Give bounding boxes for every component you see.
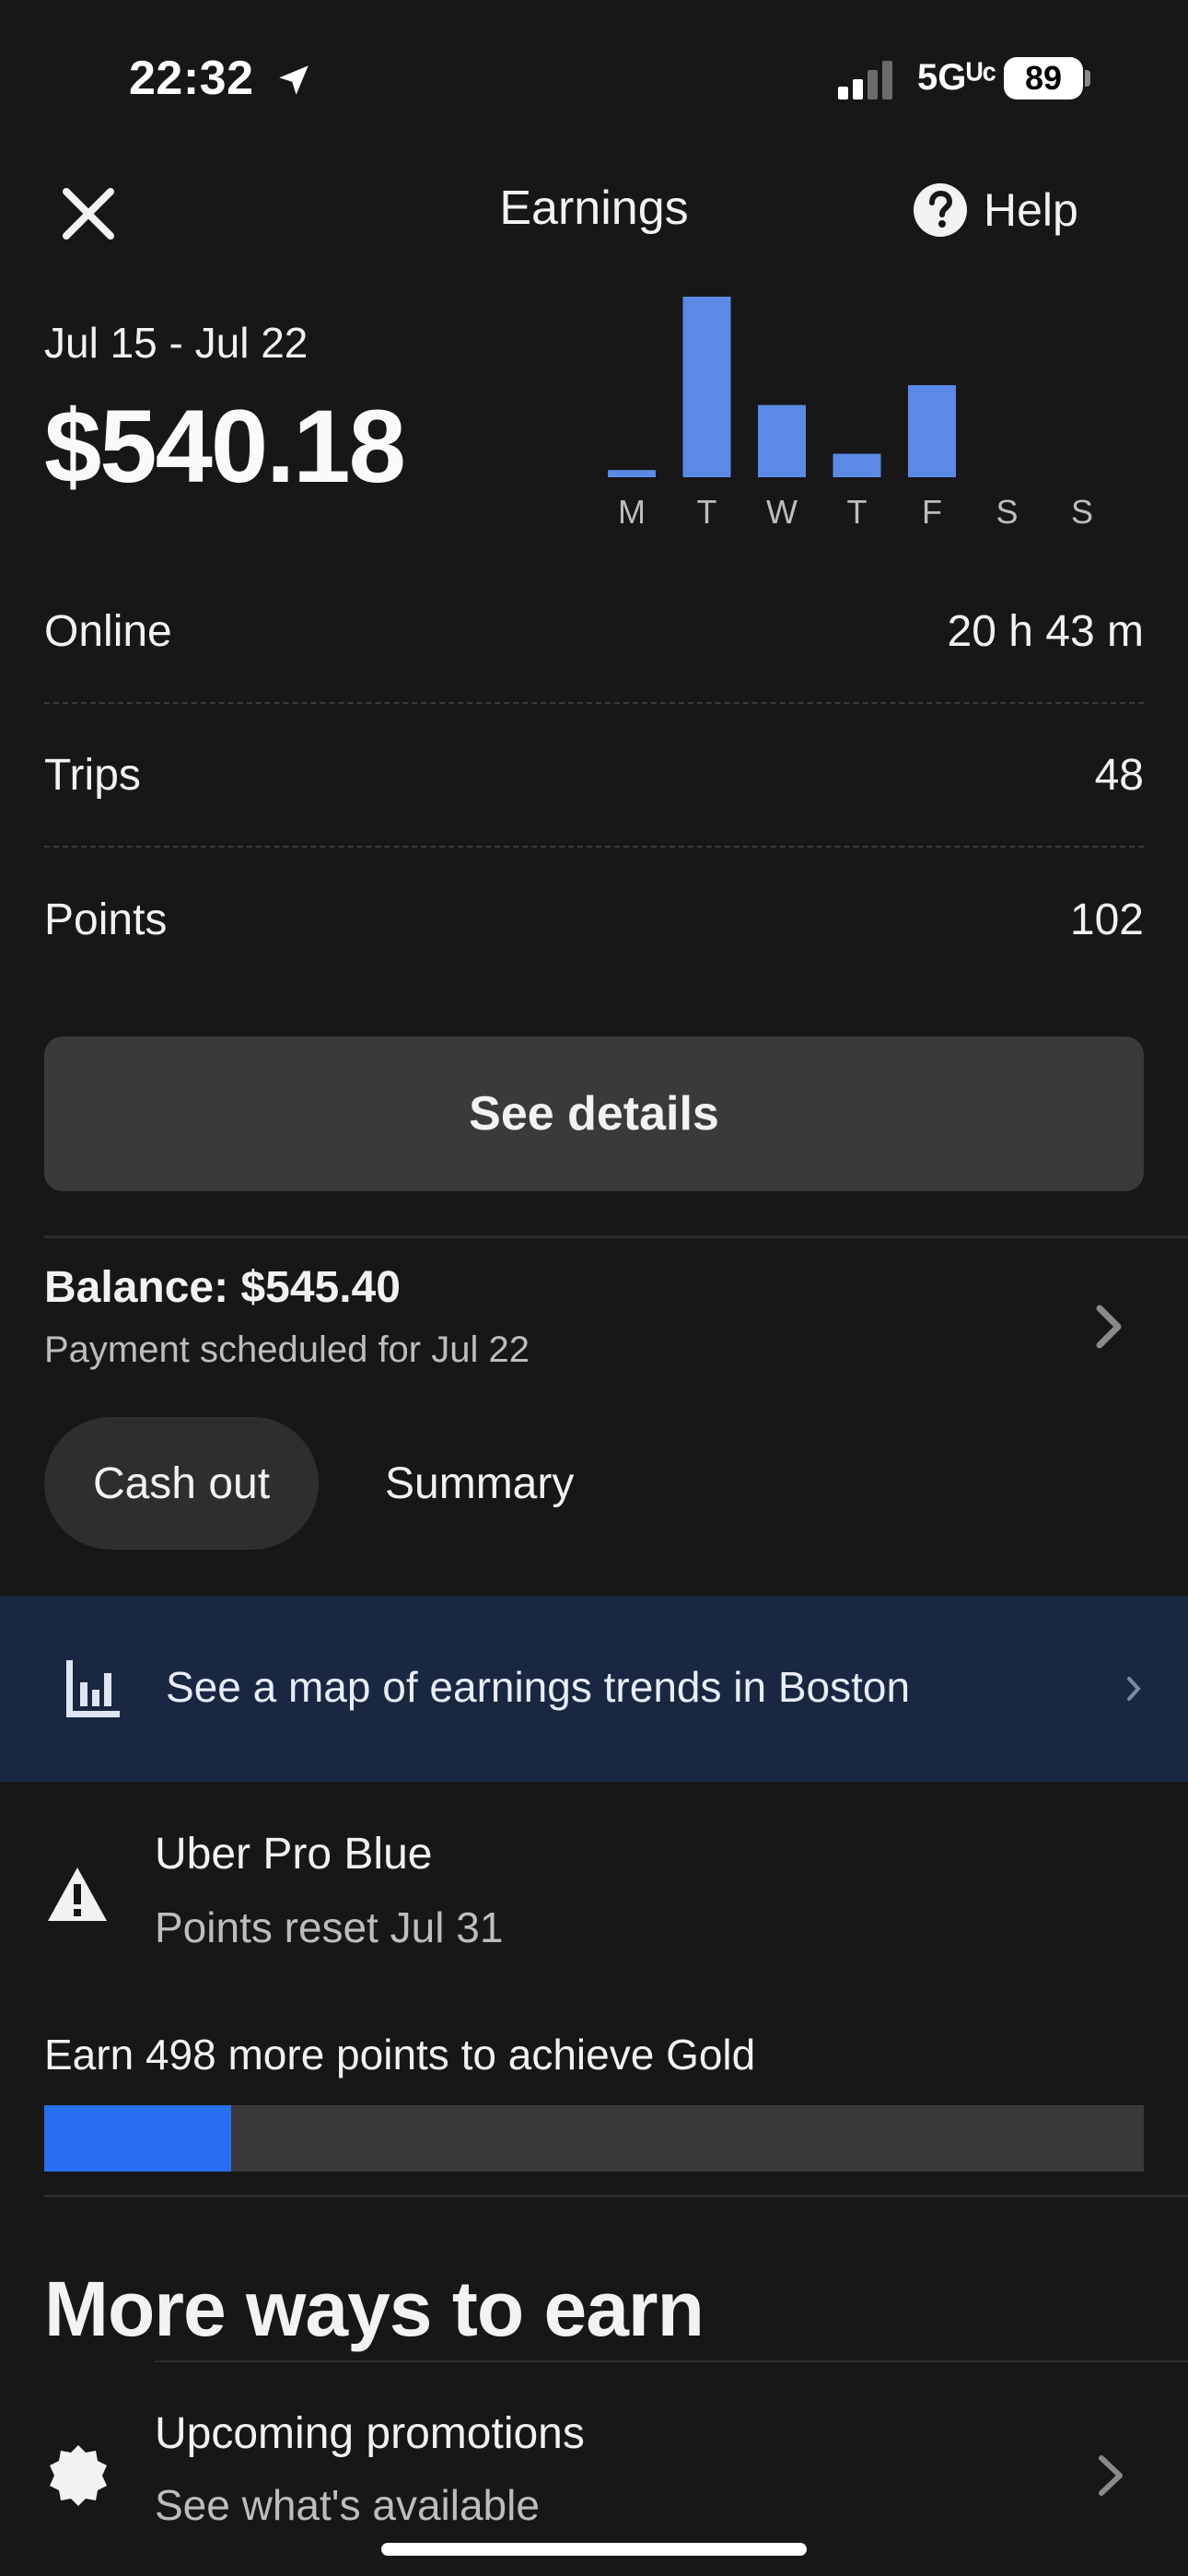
chart-bar[interactable]: [908, 385, 956, 477]
stat-label: Online: [44, 606, 172, 656]
trends-banner-label: See a map of earnings trends in Boston: [166, 1663, 911, 1711]
points-progress-bar: [44, 2105, 1144, 2172]
payment-scheduled-text: Payment scheduled for Jul 22: [44, 1329, 530, 1370]
help-icon: [914, 183, 967, 237]
divider: [44, 2195, 1188, 2197]
battery-tip: [1085, 70, 1090, 87]
status-bar: 22:32 5Gᵁᶜ 89: [0, 0, 1188, 161]
stat-label: Points: [44, 895, 168, 944]
chart-bar[interactable]: [758, 404, 806, 477]
stat-value: 20 h 43 m: [947, 606, 1144, 656]
promo-title: Upcoming promotions: [155, 2409, 585, 2458]
help-button[interactable]: Help: [912, 177, 1078, 243]
promotion-badge-icon: [50, 2445, 107, 2506]
chart-bar[interactable]: [682, 297, 731, 477]
chart-day-label: M: [618, 493, 646, 531]
chart-day-label: T: [697, 493, 717, 531]
chevron-right-icon: [1096, 1305, 1122, 1349]
chart-day-label: S: [1071, 493, 1093, 531]
bar-chart-icon: [66, 1660, 120, 1717]
date-range[interactable]: Jul 15 - Jul 22: [44, 318, 308, 368]
location-arrow-icon: [279, 65, 309, 95]
chart-day-label: F: [922, 493, 942, 531]
points-reset-text: Points reset Jul 31: [155, 1903, 504, 1951]
promo-subtitle: See what's available: [155, 2481, 540, 2529]
see-details-button[interactable]: See details: [44, 1036, 1144, 1191]
chart-day-label: T: [847, 493, 868, 531]
stat-row-online: Online 20 h 43 m: [44, 560, 1144, 704]
balance-row[interactable]: Balance: $545.40 Payment scheduled for J…: [44, 1262, 1144, 1391]
divider: [44, 1235, 1188, 1238]
battery-indicator: 89: [1004, 57, 1083, 100]
more-ways-title: More ways to earn: [44, 2266, 705, 2352]
weekly-earnings-chart[interactable]: MTWTFSS: [599, 286, 1114, 534]
earnings-trends-banner[interactable]: See a map of earnings trends in Boston: [0, 1596, 1188, 1782]
chart-bar[interactable]: [833, 453, 881, 477]
stat-label: Trips: [44, 750, 141, 800]
chart-day-label: S: [996, 493, 1018, 531]
stat-value: 48: [1094, 750, 1144, 800]
points-goal-label: Earn 498 more points to achieve Gold: [44, 2031, 756, 2078]
stat-value: 102: [1069, 895, 1144, 944]
balance-title: Balance: $545.40: [44, 1263, 401, 1312]
total-earnings: $540.18: [44, 389, 406, 504]
summary-button[interactable]: Summary: [357, 1417, 601, 1550]
chart-bar[interactable]: [608, 470, 656, 477]
signal-strength-icon: [838, 61, 892, 100]
home-indicator: [381, 2543, 807, 2556]
warning-icon: [48, 1868, 107, 1921]
stat-row-points: Points 102: [44, 848, 1144, 991]
uber-pro-tier[interactable]: Uber Pro Blue: [155, 1829, 432, 1879]
points-progress-fill: [44, 2105, 231, 2172]
stat-row-trips: Trips 48: [44, 704, 1144, 848]
chevron-right-icon: [1127, 1677, 1141, 1701]
cash-out-button[interactable]: Cash out: [44, 1417, 319, 1550]
divider: [155, 2360, 1188, 2362]
help-label: Help: [984, 184, 1078, 236]
status-time: 22:32: [129, 52, 254, 105]
chart-day-label: W: [766, 493, 798, 531]
network-type: 5Gᵁᶜ: [917, 57, 996, 98]
chevron-right-icon: [1099, 2455, 1123, 2496]
